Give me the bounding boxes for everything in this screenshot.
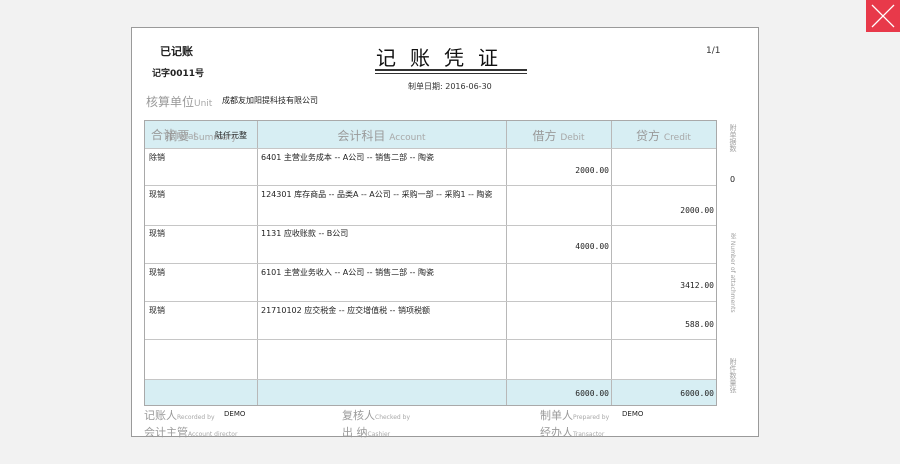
row-3-account: 1131 应收账款 -- B公司 <box>261 229 349 238</box>
prepared-by-en: Prepared by <box>573 414 610 421</box>
attachments-label: 附单据数 <box>729 124 737 152</box>
title-underline-thin <box>375 73 527 74</box>
prepared-by-cn: 制单人 <box>540 409 573 422</box>
row-divider <box>145 339 716 340</box>
posted-status: 已记账 <box>160 45 193 58</box>
prepared-by-value: DEMO <box>622 410 644 418</box>
row-divider <box>145 379 716 380</box>
row-3-debit: 4000.00 <box>575 242 609 251</box>
voucher-sheet: 已记账 记字0011号 记账凭证 1/1 制单日期: 2016-06-30 核算… <box>131 27 759 440</box>
unit-label-en: Unit <box>194 99 213 109</box>
row-5-summary: 现销 <box>149 306 165 315</box>
row-3-summary: 现销 <box>149 229 165 238</box>
close-icon <box>871 4 895 28</box>
header-account-en: Account <box>389 133 426 143</box>
row-4-account: 6101 主营业务收入 -- A公司 -- 销售二部 -- 陶瓷 <box>261 268 434 277</box>
attachments-bottom-label: 附件数量张 <box>729 358 737 393</box>
total-credit: 6000.00 <box>680 389 714 398</box>
total-label-cn: 合计 <box>151 128 176 142</box>
header-credit-cn: 贷方 <box>636 129 661 143</box>
row-5-account: 21710102 应交税金 -- 应交增值税 -- 销项税额 <box>261 306 430 315</box>
header-debit-cn: 借方 <box>532 129 557 143</box>
total-in-words: 陆仟元整 <box>215 131 247 140</box>
prepared-by-label: 制单人Prepared by <box>540 407 609 423</box>
voucher-number: 记字0011号 <box>152 69 205 79</box>
row-divider <box>145 301 716 302</box>
recorded-by-label: 记账人Recorded by <box>144 407 215 423</box>
row-1-summary: 除销 <box>149 153 165 162</box>
header-credit-en: Credit <box>663 133 691 143</box>
close-button[interactable] <box>866 0 900 32</box>
row-2-credit: 2000.00 <box>680 206 714 215</box>
attachments-unit-label: 张 Number of attachments <box>729 233 736 313</box>
row-4-credit: 3412.00 <box>680 281 714 290</box>
transactor-cn: 经办人 <box>540 426 573 439</box>
unit-value: 成都友加阳提科技有限公司 <box>222 96 318 105</box>
checked-by-en: Checked by <box>375 414 411 421</box>
transactor-label: 经办人Transactor <box>540 424 604 440</box>
voucher-date: 制单日期: 2016-06-30 <box>408 81 492 92</box>
recorded-by-value: DEMO <box>224 410 246 418</box>
row-2-account: 124301 库存商品 -- 品类A -- A公司 -- 采购一部 -- 采购1… <box>261 190 493 199</box>
row-1-account: 6401 主营业务成本 -- A公司 -- 销售二部 -- 陶瓷 <box>261 153 434 162</box>
date-value: 2016-06-30 <box>445 82 492 91</box>
recorded-by-en: Recorded by <box>177 414 215 421</box>
checked-by-cn: 复核人 <box>342 409 375 422</box>
account-director-en: Account director <box>188 431 238 438</box>
account-director-label: 会计主管Account director <box>144 424 237 440</box>
row-1-debit: 2000.00 <box>575 166 609 175</box>
header-account: 会计科目 Account <box>257 127 506 144</box>
cashier-en: Cashier <box>367 431 391 438</box>
total-label-en: Total <box>175 132 197 142</box>
header-credit: 贷方 Credit <box>611 127 716 144</box>
transactor-en: Transactor <box>573 431 605 438</box>
total-debit: 6000.00 <box>575 389 609 398</box>
row-2-summary: 现销 <box>149 190 165 199</box>
row-5-credit: 588.00 <box>685 320 714 329</box>
cashier-label: 出 纳Cashier <box>342 424 390 440</box>
account-director-cn: 会计主管 <box>144 426 188 439</box>
row-divider <box>145 185 716 186</box>
header-account-cn: 会计科目 <box>337 129 386 143</box>
date-label: 制单日期: <box>408 82 443 91</box>
title-underline <box>375 69 527 71</box>
header-debit-en: Debit <box>560 133 585 143</box>
unit-label-cn: 核算单位 <box>146 95 195 109</box>
attachments-count: 0 <box>730 175 736 184</box>
row-4-summary: 现销 <box>149 268 165 277</box>
voucher-title: 记账凭证 <box>376 46 512 70</box>
cashier-cn: 出 纳 <box>342 426 368 439</box>
unit-label: 核算单位Unit <box>146 93 212 110</box>
total-label: 合计Total <box>151 126 196 143</box>
voucher-table: 摘要 Summary 会计科目 Account 借方 Debit 贷方 Cred… <box>144 120 717 406</box>
row-divider <box>145 263 716 264</box>
page-indicator: 1/1 <box>706 46 721 56</box>
row-divider <box>145 225 716 226</box>
checked-by-label: 复核人Checked by <box>342 407 410 423</box>
header-debit: 借方 Debit <box>506 127 611 144</box>
recorded-by-cn: 记账人 <box>144 409 177 422</box>
row-divider <box>145 148 716 149</box>
